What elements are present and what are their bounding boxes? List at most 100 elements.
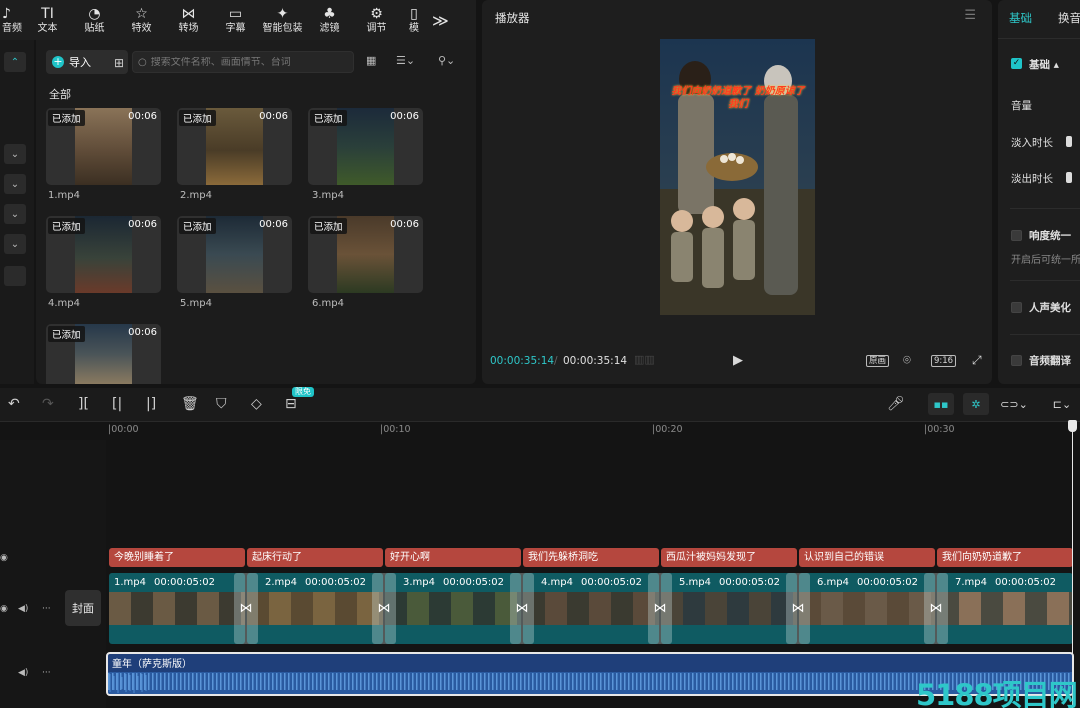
fade-in-slider[interactable] xyxy=(1066,136,1072,147)
video-clip[interactable]: 7.mp4 00:00:05:02 xyxy=(937,573,1073,644)
transition-icon[interactable]: ⋈ xyxy=(510,573,534,644)
toolbar-template[interactable]: ▯ 模 xyxy=(400,0,428,40)
added-tag: 已添加 xyxy=(179,218,216,234)
basic-checkbox[interactable]: ✓ xyxy=(1011,58,1022,69)
toolbar-transition[interactable]: ⋈ 转场 xyxy=(165,0,212,40)
subtitle-clip[interactable]: 我们向奶奶道歉了 xyxy=(937,548,1073,567)
basic-section-label[interactable]: 基础 ▴ xyxy=(1029,57,1059,72)
playhead-handle[interactable] xyxy=(1068,420,1077,432)
toolbar-adjust[interactable]: ⚙ 调节 xyxy=(353,0,400,40)
filter-icon[interactable]: ⚲⌄ xyxy=(438,54,455,67)
chevron-down-icon[interactable]: ⌄ xyxy=(4,144,26,164)
microphone-icon[interactable]: 🎤︎ xyxy=(887,396,905,412)
tab-voice-change[interactable]: 换音 xyxy=(1058,10,1080,26)
subtitle-clip[interactable]: 我们先躲桥洞吃 xyxy=(523,548,659,567)
toolbar-caption[interactable]: ▭ 字幕 xyxy=(212,0,259,40)
toolbar-sticker[interactable]: ◔ 贴纸 xyxy=(71,0,118,40)
subtitle-clip[interactable]: 西瓜汁被妈妈发现了 xyxy=(661,548,797,567)
grid-view-icon[interactable]: ▦ xyxy=(366,54,376,67)
clip-name: 3.mp4 xyxy=(403,577,435,588)
subtitle-clip[interactable]: 今晚别睡着了 xyxy=(109,548,245,567)
loudness-checkbox[interactable] xyxy=(1011,230,1022,241)
divider xyxy=(1010,334,1080,335)
more-icon[interactable]: ··· xyxy=(42,668,51,678)
toolbar-text[interactable]: TI 文本 xyxy=(24,0,71,40)
subtitle-clip[interactable]: 认识到自己的错误 xyxy=(799,548,935,567)
shield-mark-icon[interactable]: ⛉ xyxy=(216,396,227,412)
eye-icon[interactable]: ◉ xyxy=(0,553,8,563)
chevron-up-icon[interactable]: ⌃ xyxy=(4,52,26,72)
video-preview[interactable]: 我们向奶奶道歉了 奶奶原谅了我们 xyxy=(660,39,815,315)
toolbar-audio[interactable]: ♪ 音频 xyxy=(0,0,24,40)
video-clip[interactable]: 4.mp4 00:00:05:02 xyxy=(523,573,659,644)
transition-icon[interactable]: ⋈ xyxy=(372,573,396,644)
toolbar-smart-pack[interactable]: ✦ 智能包装 xyxy=(259,0,306,40)
transition-icon[interactable]: ⋈ xyxy=(924,573,948,644)
media-item-4[interactable]: 已添加 00:06 xyxy=(46,216,161,293)
chevron-down-icon[interactable]: ⌄ xyxy=(4,234,26,254)
time-ruler[interactable]: |00:00 |00:10 |00:20 |00:30 xyxy=(108,422,1080,440)
video-clip[interactable]: 5.mp4 00:00:05:02 xyxy=(661,573,797,644)
added-tag: 已添加 xyxy=(48,218,85,234)
eye-icon[interactable]: ◉ xyxy=(0,604,8,614)
media-item-5[interactable]: 已添加 00:06 xyxy=(177,216,292,293)
more-icon[interactable]: ··· xyxy=(42,604,51,614)
import-button[interactable]: + 导入 ⊞ xyxy=(46,50,128,74)
speaker-icon[interactable]: ◀) xyxy=(18,604,28,614)
fullscreen-icon[interactable]: ⤢ xyxy=(972,353,982,368)
media-item-7[interactable]: 已添加 00:06 xyxy=(46,324,161,384)
delete-icon[interactable]: 🗑 xyxy=(181,396,199,412)
caption-icon: ▭ xyxy=(228,5,243,22)
original-quality-button[interactable]: 原画 xyxy=(866,355,890,367)
waveform-icon[interactable]: ▥▥ xyxy=(634,353,655,366)
toolbar-label: 转场 xyxy=(178,22,199,34)
transition-icon[interactable]: ⋈ xyxy=(234,573,258,644)
main-track-magnet-icon[interactable]: ▪▪ xyxy=(928,393,954,415)
media-item-3[interactable]: 已添加 00:06 xyxy=(308,108,423,185)
redo-icon[interactable]: ↷ xyxy=(42,396,54,412)
search-input[interactable] xyxy=(150,56,351,68)
undo-icon[interactable]: ↶ xyxy=(8,396,20,412)
screenshot-icon[interactable]: ⌾ xyxy=(903,353,911,368)
media-item-6[interactable]: 已添加 00:06 xyxy=(308,216,423,293)
toolbar-filter[interactable]: ♣ 滤镜 xyxy=(306,0,353,40)
split-left-icon[interactable]: [| xyxy=(112,396,122,412)
link-icon[interactable]: ⊂⊃⌄ xyxy=(1000,393,1028,415)
preview-axis-icon[interactable]: ⊏⌄ xyxy=(1046,393,1078,415)
video-clip[interactable]: 6.mp4 00:00:05:02 xyxy=(799,573,935,644)
speaker-icon[interactable]: ◀) xyxy=(18,668,28,678)
subtitle-clip[interactable]: 好开心啊 xyxy=(385,548,521,567)
subtitle-clip[interactable]: 起床行动了 xyxy=(247,548,383,567)
media-item-2[interactable]: 已添加 00:06 xyxy=(177,108,292,185)
tab-basic[interactable]: 基础 xyxy=(1009,10,1032,26)
media-item-1[interactable]: 已添加 00:06 xyxy=(46,108,161,185)
video-clip[interactable]: 3.mp4 00:00:05:02 xyxy=(385,573,521,644)
fade-out-slider[interactable] xyxy=(1066,172,1072,183)
video-clip[interactable]: 2.mp4 00:00:05:02 xyxy=(247,573,383,644)
split-right-icon[interactable]: |] xyxy=(146,396,156,412)
menu-icon[interactable]: ☰ xyxy=(964,8,976,23)
split-icon[interactable]: ][ xyxy=(78,396,89,412)
transition-icon[interactable]: ⋈ xyxy=(786,573,810,644)
playhead[interactable] xyxy=(1072,420,1073,708)
auto-caption-icon[interactable]: ⊟ xyxy=(285,396,297,412)
shield-icon[interactable]: ◇ xyxy=(251,396,262,412)
aspect-ratio-button[interactable]: 9:16 xyxy=(931,355,957,367)
chevron-down-icon[interactable]: ⌄ xyxy=(4,204,26,224)
more-tools-icon[interactable]: ≫ xyxy=(432,11,449,30)
play-icon[interactable]: ▶ xyxy=(733,353,743,368)
video-clip[interactable]: 1.mp4 00:00:05:02 xyxy=(109,573,245,644)
qr-grid-icon[interactable]: ⊞ xyxy=(114,56,124,70)
sort-icon[interactable]: ☰⌄ xyxy=(396,54,415,67)
divider xyxy=(998,38,1080,39)
auto-snap-icon[interactable]: ✲ xyxy=(963,393,989,415)
voice-beauty-checkbox[interactable] xyxy=(1011,302,1022,313)
transition-icon[interactable]: ⋈ xyxy=(648,573,672,644)
audio-translate-checkbox[interactable] xyxy=(1011,355,1022,366)
chevron-down-icon[interactable]: ⌄ xyxy=(4,174,26,194)
cover-button[interactable]: 封面 xyxy=(65,590,101,626)
category-item[interactable] xyxy=(4,266,26,286)
smart-pack-icon: ✦ xyxy=(276,5,289,22)
toolbar-effects[interactable]: ☆ 特效 xyxy=(118,0,165,40)
duration-label: 00:06 xyxy=(128,111,157,122)
